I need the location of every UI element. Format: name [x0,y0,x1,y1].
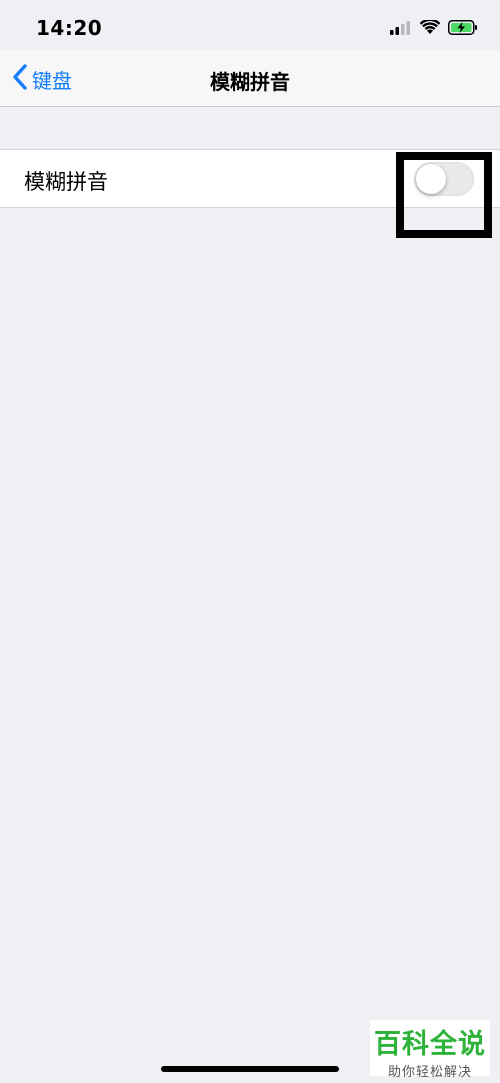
status-icons [390,18,478,40]
status-bar: 14:20 [0,0,500,50]
navigation-bar: 键盘 模糊拼音 [0,50,500,107]
watermark-subtitle: 助你轻松解决 [387,1065,472,1080]
cellular-signal-icon [390,20,412,39]
battery-charging-icon [448,19,478,39]
status-time: 14:20 [36,16,103,40]
wifi-icon [419,18,441,39]
watermark-logo: 百科全说 助你轻松解决 [370,1020,490,1080]
watermark-title: 百科全说 [374,1029,486,1060]
fuzzy-pinyin-label: 模糊拼音 [24,170,108,194]
annotation-highlight-box [396,152,492,238]
home-indicator[interactable] [161,1066,339,1072]
page-title: 模糊拼音 [210,70,290,94]
